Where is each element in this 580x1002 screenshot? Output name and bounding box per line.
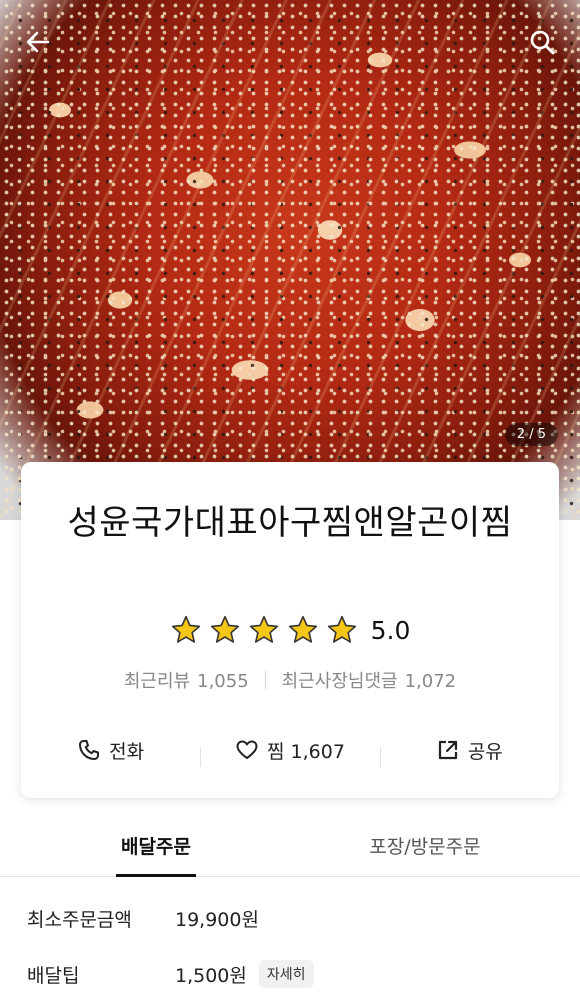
delivery-tip-detail-button[interactable]: 자세히 — [258, 960, 314, 988]
share-icon — [438, 740, 457, 760]
tab-delivery[interactable]: 배달주문 — [96, 820, 216, 877]
owner-replies-label: 최근사장님댓글 — [281, 671, 398, 692]
call-button[interactable]: 전화 — [21, 737, 200, 764]
star-icon — [249, 615, 278, 643]
delivery-tip-row: 배달팁 1,500원 자세히 — [27, 946, 557, 1002]
review-counts: 최근리뷰 1,055 최근사장님댓글 1,072 — [21, 667, 559, 693]
phone-icon — [79, 740, 100, 760]
owner-replies-count: 1,072 — [404, 671, 457, 692]
heart-icon — [236, 740, 258, 759]
rating-value: 5.0 — [370, 615, 411, 645]
arrow-left-icon[interactable] — [22, 26, 54, 58]
rating-row: 5.0 — [21, 612, 559, 648]
recent-reviews[interactable]: 최근리뷰 1,055 — [124, 667, 249, 693]
share-button[interactable]: 공유 — [379, 737, 559, 767]
store-title: 성윤국가대표아구찜앤알곤이찜 — [67, 503, 513, 543]
tab-pickup[interactable]: 포장/방문주문 — [340, 820, 510, 876]
owner-replies[interactable]: 최근사장님댓글 1,072 — [282, 667, 456, 693]
star-icon — [327, 615, 356, 643]
photo-page-counter: 2 / 5 — [504, 423, 558, 446]
order-type-tabs: 배달주문 포장/방문주문 — [0, 820, 580, 877]
delivery-tip-label: 배달팁 — [27, 964, 80, 987]
store-info-card: 성윤국가대표아구찜앤알곤이찜 5.0 최근리뷰 1,055 최근사장님댓글 1,07… — [21, 462, 559, 798]
food-photo[interactable] — [0, 0, 580, 520]
recent-reviews-label: 최근리뷰 — [123, 671, 191, 692]
divider — [264, 671, 266, 689]
star-icon — [210, 615, 239, 643]
min-order-label: 최소주문금액 — [27, 908, 132, 931]
call-label: 전화 — [109, 740, 145, 763]
order-info: 최소주문금액 19,900원 배달팁 1,500원 자세히 — [27, 890, 557, 1002]
min-order-row: 최소주문금액 19,900원 — [27, 890, 557, 946]
favorite-label: 찜 1,607 — [267, 740, 345, 763]
star-icon — [288, 615, 317, 643]
star-icon — [171, 615, 200, 643]
share-label: 공유 — [467, 740, 503, 763]
favorite-button[interactable]: 찜 1,607 — [200, 737, 379, 767]
recent-reviews-count: 1,055 — [197, 671, 249, 692]
min-order-value: 19,900원 — [175, 908, 259, 931]
search-icon[interactable] — [526, 26, 558, 58]
action-bar: 전화 찜 1,607 공유 — [21, 730, 559, 770]
delivery-tip-value: 1,500원 — [175, 964, 247, 987]
